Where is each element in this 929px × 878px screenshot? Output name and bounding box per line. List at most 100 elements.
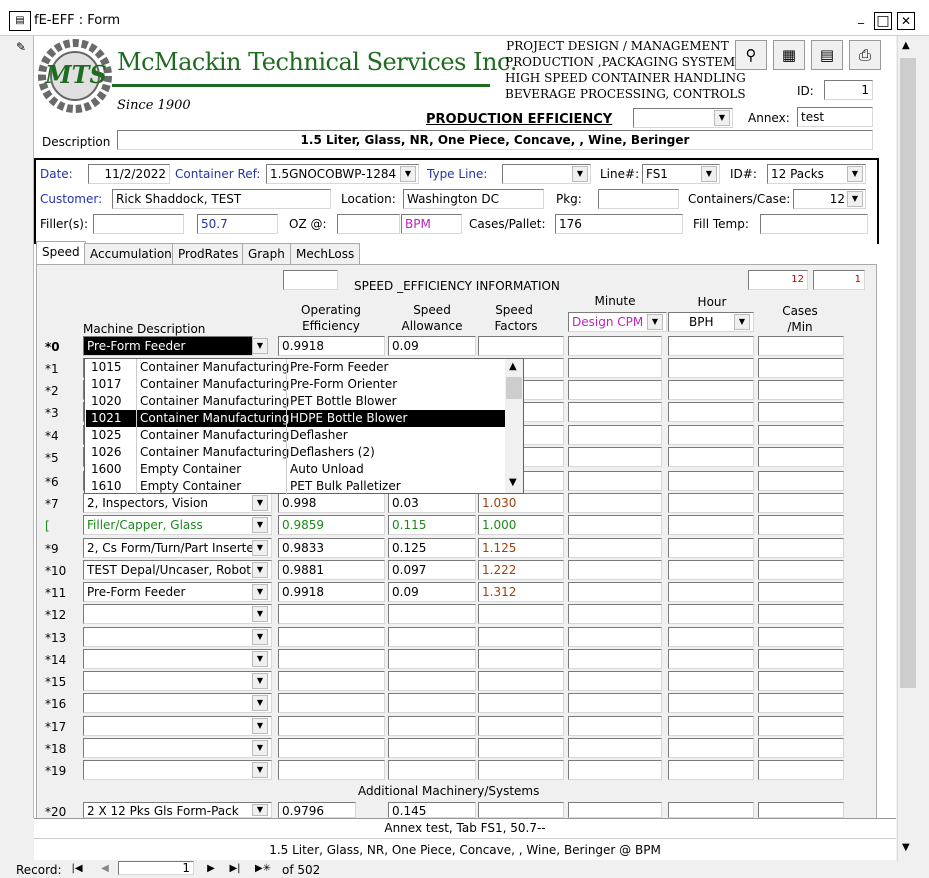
- row-op-eff[interactable]: [278, 760, 385, 780]
- row-minute[interactable]: [568, 380, 662, 400]
- row-op-eff[interactable]: [278, 693, 385, 713]
- row-op-eff[interactable]: 0.998: [278, 493, 385, 513]
- chevron-down-icon[interactable]: ▼: [252, 762, 268, 778]
- scroll-down-icon[interactable]: ▼: [509, 477, 517, 488]
- row-speed-allow[interactable]: [388, 716, 476, 736]
- row-speed-allow[interactable]: [388, 760, 476, 780]
- row-cases[interactable]: [758, 380, 844, 400]
- row-cases[interactable]: [758, 336, 844, 356]
- row-minute[interactable]: [568, 604, 662, 624]
- row-hour[interactable]: [668, 716, 754, 736]
- row-op-eff[interactable]: 0.9918: [278, 336, 385, 356]
- dropdown-item[interactable]: 1021 Container Manufacturing HDPE Bottle B…: [86, 410, 506, 427]
- chevron-down-icon[interactable]: ▼: [252, 517, 268, 533]
- row-op-eff[interactable]: 0.9918: [278, 582, 385, 602]
- dropdown-item[interactable]: 1020 Container Manufacturing PET Bottle Bl…: [86, 393, 506, 410]
- row-minute[interactable]: [568, 358, 662, 378]
- row-hour[interactable]: [668, 671, 754, 691]
- row-machine-combo[interactable]: [83, 649, 272, 669]
- close-button[interactable]: ✕: [897, 12, 915, 30]
- row-speed-factor[interactable]: 1.312: [478, 582, 564, 602]
- chevron-down-icon[interactable]: ▼: [701, 166, 717, 182]
- row-machine-combo[interactable]: Pre-Form Feeder: [83, 582, 272, 602]
- chevron-down-icon[interactable]: ▼: [847, 191, 863, 207]
- row-speed-factor[interactable]: [478, 693, 564, 713]
- vertical-scrollbar[interactable]: ▲ ▼: [897, 36, 917, 862]
- row-cases[interactable]: [758, 716, 844, 736]
- record-number-field[interactable]: 1: [118, 861, 194, 875]
- chevron-down-icon[interactable]: ▼: [847, 166, 863, 182]
- row-hour[interactable]: [668, 538, 754, 558]
- row-speed-factor[interactable]: 1.125: [478, 538, 564, 558]
- row-machine-combo[interactable]: [83, 716, 272, 736]
- row-hour[interactable]: [668, 627, 754, 647]
- chevron-down-icon[interactable]: ▼: [647, 314, 663, 330]
- row-hour[interactable]: [668, 515, 754, 535]
- row-cases[interactable]: [758, 402, 844, 422]
- row-minute[interactable]: [568, 402, 662, 422]
- last-record-icon[interactable]: ▶|: [228, 862, 242, 875]
- row-minute[interactable]: [568, 671, 662, 691]
- row-speed-allow[interactable]: [388, 693, 476, 713]
- row-speed-allow[interactable]: 0.097: [388, 560, 476, 580]
- row-machine-combo[interactable]: [83, 760, 272, 780]
- machine-dropdown-list[interactable]: 1015 Container Manufacturing Pre-Form Feed…: [84, 358, 524, 495]
- row-speed-factor[interactable]: [478, 760, 564, 780]
- row-speed-allow[interactable]: 0.09: [388, 582, 476, 602]
- oz-at-field[interactable]: [337, 214, 400, 234]
- row-minute[interactable]: [568, 627, 662, 647]
- row-speed-factor[interactable]: 1.222: [478, 560, 564, 580]
- row-hour[interactable]: [668, 358, 754, 378]
- row-op-eff[interactable]: [278, 649, 385, 669]
- row-minute[interactable]: [568, 447, 662, 467]
- row-speed-factor[interactable]: [478, 671, 564, 691]
- report-icon[interactable]: ▤: [811, 40, 843, 70]
- row-minute[interactable]: [568, 493, 662, 513]
- customer-field[interactable]: Rick Shaddock, TEST: [112, 189, 331, 209]
- chevron-down-icon[interactable]: ▼: [572, 166, 588, 182]
- row-hour[interactable]: [668, 380, 754, 400]
- row-minute[interactable]: [568, 760, 662, 780]
- chevron-down-icon[interactable]: ▼: [734, 314, 750, 330]
- first-record-icon[interactable]: |◀: [70, 862, 84, 875]
- row-cases[interactable]: [758, 693, 844, 713]
- dropdown-item[interactable]: 1025 Container Manufacturing Deflasher: [86, 427, 506, 444]
- row-speed-factor[interactable]: [478, 627, 564, 647]
- row-op-eff[interactable]: 0.9859: [278, 515, 385, 535]
- chevron-down-icon[interactable]: ▼: [252, 606, 268, 622]
- fill-temp-field[interactable]: [760, 214, 868, 234]
- row-minute[interactable]: [568, 425, 662, 445]
- record-selector[interactable]: ✎: [0, 36, 34, 818]
- row-speed-allow[interactable]: [388, 649, 476, 669]
- row-speed-allow[interactable]: [388, 671, 476, 691]
- row-minute[interactable]: [568, 515, 662, 535]
- tab-speed[interactable]: Speed: [36, 241, 86, 265]
- chevron-down-icon[interactable]: ▼: [400, 166, 416, 182]
- location-field[interactable]: Washington DC: [403, 189, 544, 209]
- tab-mechloss[interactable]: MechLoss: [290, 243, 361, 265]
- row-minute[interactable]: [568, 538, 662, 558]
- row-op-eff[interactable]: [278, 738, 385, 758]
- row-speed-allow[interactable]: 0.03: [388, 493, 476, 513]
- dropdown-item[interactable]: 1015 Container Manufacturing Pre-Form Feed…: [86, 359, 506, 376]
- row-speed-factor[interactable]: 1.000: [478, 515, 564, 535]
- row-cases[interactable]: [758, 493, 844, 513]
- row-machine-combo[interactable]: Pre-Form Feeder: [83, 336, 253, 356]
- cases-pallet-field[interactable]: 176: [555, 214, 683, 234]
- row-hour[interactable]: [668, 447, 754, 467]
- scroll-thumb[interactable]: [506, 377, 522, 399]
- print-icon[interactable]: ⎙: [849, 40, 881, 70]
- row20-allow[interactable]: 0.145: [388, 802, 476, 818]
- datasheet-icon[interactable]: ▦: [773, 40, 805, 70]
- minimize-button[interactable]: _: [852, 11, 870, 30]
- row-machine-combo[interactable]: 2, Inspectors, Vision: [83, 493, 272, 513]
- row-cases[interactable]: [758, 627, 844, 647]
- chevron-down-icon[interactable]: ▼: [252, 718, 268, 734]
- row-minute[interactable]: [568, 649, 662, 669]
- row-hour[interactable]: [668, 402, 754, 422]
- dropdown-item[interactable]: 1026 Container Manufacturing Deflashers (2…: [86, 444, 506, 461]
- maximize-button[interactable]: □: [874, 12, 892, 30]
- chevron-down-icon[interactable]: ▼: [252, 584, 268, 600]
- row-speed-factor[interactable]: [478, 649, 564, 669]
- dropdown-item[interactable]: 1610 Empty Container PET Bulk Palletizer: [86, 478, 506, 495]
